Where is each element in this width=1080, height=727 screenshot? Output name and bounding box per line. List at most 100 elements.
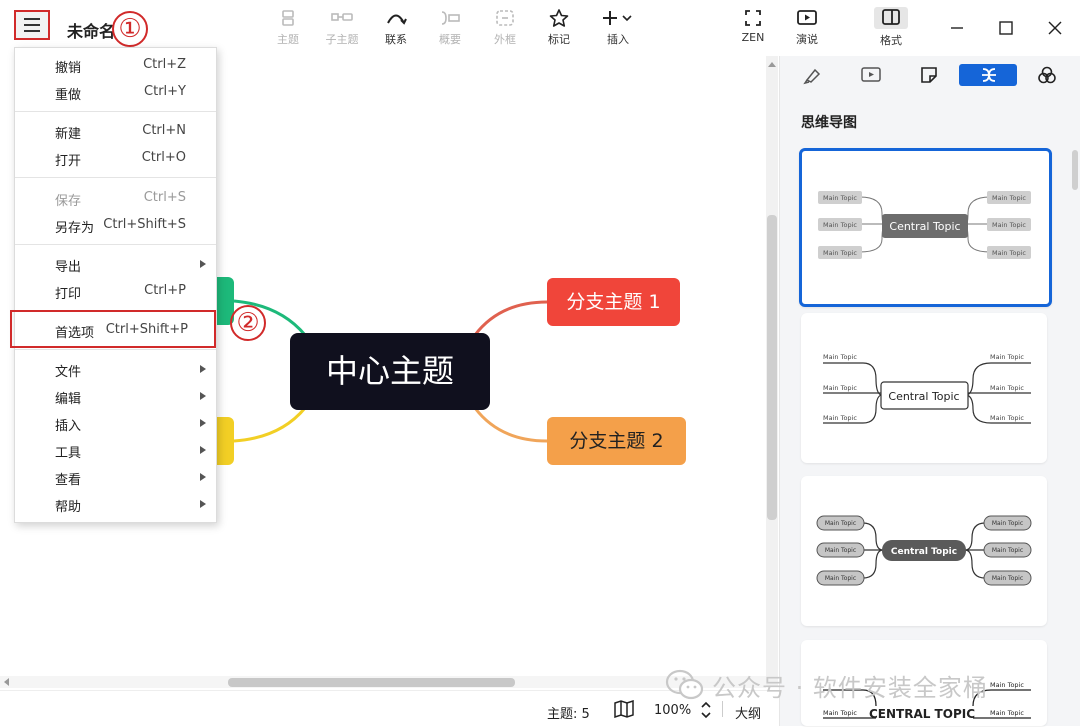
tab-map-structure[interactable] bbox=[959, 64, 1017, 86]
main-topic-text: Main Topic bbox=[823, 221, 857, 229]
template-preview-2: Central Topic Main Topic Main Topic Main T… bbox=[823, 353, 1031, 424]
present-label: 演说 bbox=[796, 33, 818, 46]
tab-theme[interactable] bbox=[1019, 64, 1075, 86]
menu-separator bbox=[15, 349, 216, 350]
menu-item-new[interactable]: 新建 Ctrl+N bbox=[15, 118, 216, 144]
menu-item-tools[interactable]: 工具 bbox=[15, 437, 216, 463]
main-topic-text: Main Topic bbox=[823, 384, 857, 392]
present-button[interactable]: 演说 bbox=[783, 6, 831, 52]
main-topic-text: Main Topic bbox=[992, 575, 1023, 582]
wechat-icon bbox=[665, 669, 704, 700]
menu-label: 重做 bbox=[55, 88, 82, 103]
main-topic-text: Main Topic bbox=[823, 194, 857, 202]
menu-item-undo[interactable]: 撤销 Ctrl+Z bbox=[15, 52, 216, 78]
menu-item-open[interactable]: 打开 Ctrl+O bbox=[15, 145, 216, 171]
menu-item-file[interactable]: 文件 bbox=[15, 356, 216, 382]
main-topic-text: Main Topic bbox=[825, 547, 856, 554]
menu-item-redo[interactable]: 重做 Ctrl+Y bbox=[15, 79, 216, 105]
main-dropdown-menu: 撤销 Ctrl+Z 重做 Ctrl+Y 新建 Ctrl+N 打开 Ctrl+O 保存 Ct… bbox=[14, 47, 217, 523]
central-topic-text: Central Topic bbox=[891, 547, 957, 557]
theme-icon bbox=[1038, 66, 1056, 84]
menu-label: 另存为 bbox=[55, 221, 95, 236]
tab-presentation[interactable] bbox=[843, 64, 899, 86]
submenu-arrow-icon bbox=[200, 446, 206, 454]
main-topic-text: Main Topic bbox=[823, 353, 857, 361]
main-topic-text: Main Topic bbox=[825, 520, 856, 527]
watermark-text: 公众号 · 软件安装全家桶 bbox=[712, 674, 988, 702]
menu-label: 撤销 bbox=[55, 61, 82, 76]
maximize-button[interactable] bbox=[994, 16, 1018, 40]
panel-section-title: 思维导图 bbox=[801, 115, 857, 131]
submenu-arrow-icon bbox=[200, 365, 206, 373]
menu-separator bbox=[15, 244, 216, 245]
scroll-up-icon[interactable] bbox=[768, 62, 776, 67]
menu-item-help[interactable]: 帮助 bbox=[15, 491, 216, 517]
close-button[interactable] bbox=[1043, 16, 1067, 40]
main-topic-text: Main Topic bbox=[990, 414, 1024, 422]
menu-label: 打开 bbox=[55, 154, 82, 169]
menu-shortcut: Ctrl+Shift+S bbox=[103, 217, 186, 232]
menu-label: 帮助 bbox=[55, 500, 82, 515]
submenu-arrow-icon bbox=[200, 473, 206, 481]
submenu-arrow-icon bbox=[200, 419, 206, 427]
connector-branch2 bbox=[473, 407, 548, 443]
canvas-horizontal-scroll-thumb[interactable] bbox=[228, 678, 515, 687]
menu-shortcut: Ctrl+Z bbox=[143, 57, 186, 72]
central-topic-node[interactable]: 中心主题 bbox=[290, 333, 490, 410]
main-topic-text: Main Topic bbox=[992, 520, 1023, 527]
main-topic-text: Main Topic bbox=[823, 414, 857, 422]
format-panel-icon bbox=[882, 9, 900, 25]
template-card-1[interactable]: Central Topic Main Topic Main Topic Main T… bbox=[799, 148, 1052, 307]
main-topic-text: Main Topic bbox=[823, 709, 857, 717]
central-topic-text: Central Topic bbox=[889, 220, 960, 233]
minimize-button[interactable] bbox=[945, 16, 969, 40]
maximize-icon bbox=[999, 21, 1013, 35]
menu-label: 插入 bbox=[55, 419, 82, 434]
main-topic-text: Main Topic bbox=[990, 384, 1024, 392]
menu-item-export[interactable]: 导出 bbox=[15, 251, 216, 277]
template-preview-1: Central Topic Main Topic Main Topic Main T… bbox=[818, 191, 1031, 259]
menu-label: 编辑 bbox=[55, 392, 82, 407]
branch-topic-1[interactable]: 分支主题 1 bbox=[547, 278, 680, 326]
presentation-icon bbox=[797, 10, 817, 25]
outline-toggle[interactable]: 大纲 bbox=[735, 703, 761, 722]
map-structure-icon bbox=[982, 68, 996, 82]
scroll-left-icon[interactable] bbox=[4, 678, 9, 686]
menu-shortcut: Ctrl+N bbox=[142, 123, 186, 138]
menu-item-save[interactable]: 保存 Ctrl+S bbox=[15, 185, 216, 211]
menu-separator bbox=[15, 177, 216, 178]
panel-scroll-thumb[interactable] bbox=[1072, 150, 1078, 190]
menu-label: 新建 bbox=[55, 127, 82, 142]
map-book-icon[interactable] bbox=[613, 700, 635, 718]
canvas-vertical-scroll-thumb[interactable] bbox=[767, 215, 777, 520]
menu-label: 文件 bbox=[55, 365, 82, 380]
format-label: 格式 bbox=[880, 34, 902, 47]
tab-style[interactable] bbox=[785, 64, 841, 86]
menu-separator bbox=[15, 111, 216, 112]
main-topic-text: Main Topic bbox=[825, 575, 856, 582]
branch-topic-2[interactable]: 分支主题 2 bbox=[547, 417, 686, 465]
menu-shortcut: Ctrl+Y bbox=[144, 84, 186, 99]
main-topic-text: Main Topic bbox=[990, 709, 1024, 717]
preferences-highlight-box bbox=[10, 310, 216, 348]
format-button[interactable]: 格式 bbox=[868, 6, 914, 52]
menu-item-save-as[interactable]: 另存为 Ctrl+Shift+S bbox=[15, 212, 216, 238]
menu-item-edit[interactable]: 编辑 bbox=[15, 383, 216, 409]
status-divider bbox=[722, 701, 723, 717]
sticker-icon bbox=[921, 67, 937, 83]
menu-item-insert[interactable]: 插入 bbox=[15, 410, 216, 436]
zoom-level[interactable]: 100% bbox=[654, 703, 691, 718]
submenu-arrow-icon bbox=[200, 260, 206, 268]
tab-sticker[interactable] bbox=[901, 64, 957, 86]
template-card-3[interactable]: Central Topic Main Topic Main Topic Main T… bbox=[801, 476, 1047, 626]
template-card-2[interactable]: Central Topic Main Topic Main Topic Main T… bbox=[801, 313, 1047, 463]
menu-item-view[interactable]: 查看 bbox=[15, 464, 216, 490]
menu-item-print[interactable]: 打印 Ctrl+P bbox=[15, 278, 216, 304]
main-topic-text: Main Topic bbox=[990, 353, 1024, 361]
menu-label: 保存 bbox=[55, 194, 82, 209]
minimize-icon bbox=[951, 27, 963, 29]
slide-icon bbox=[861, 67, 881, 82]
menu-shortcut: Ctrl+P bbox=[144, 283, 186, 298]
main-topic-text: Main Topic bbox=[992, 221, 1026, 229]
connector-branch1 bbox=[473, 300, 548, 336]
